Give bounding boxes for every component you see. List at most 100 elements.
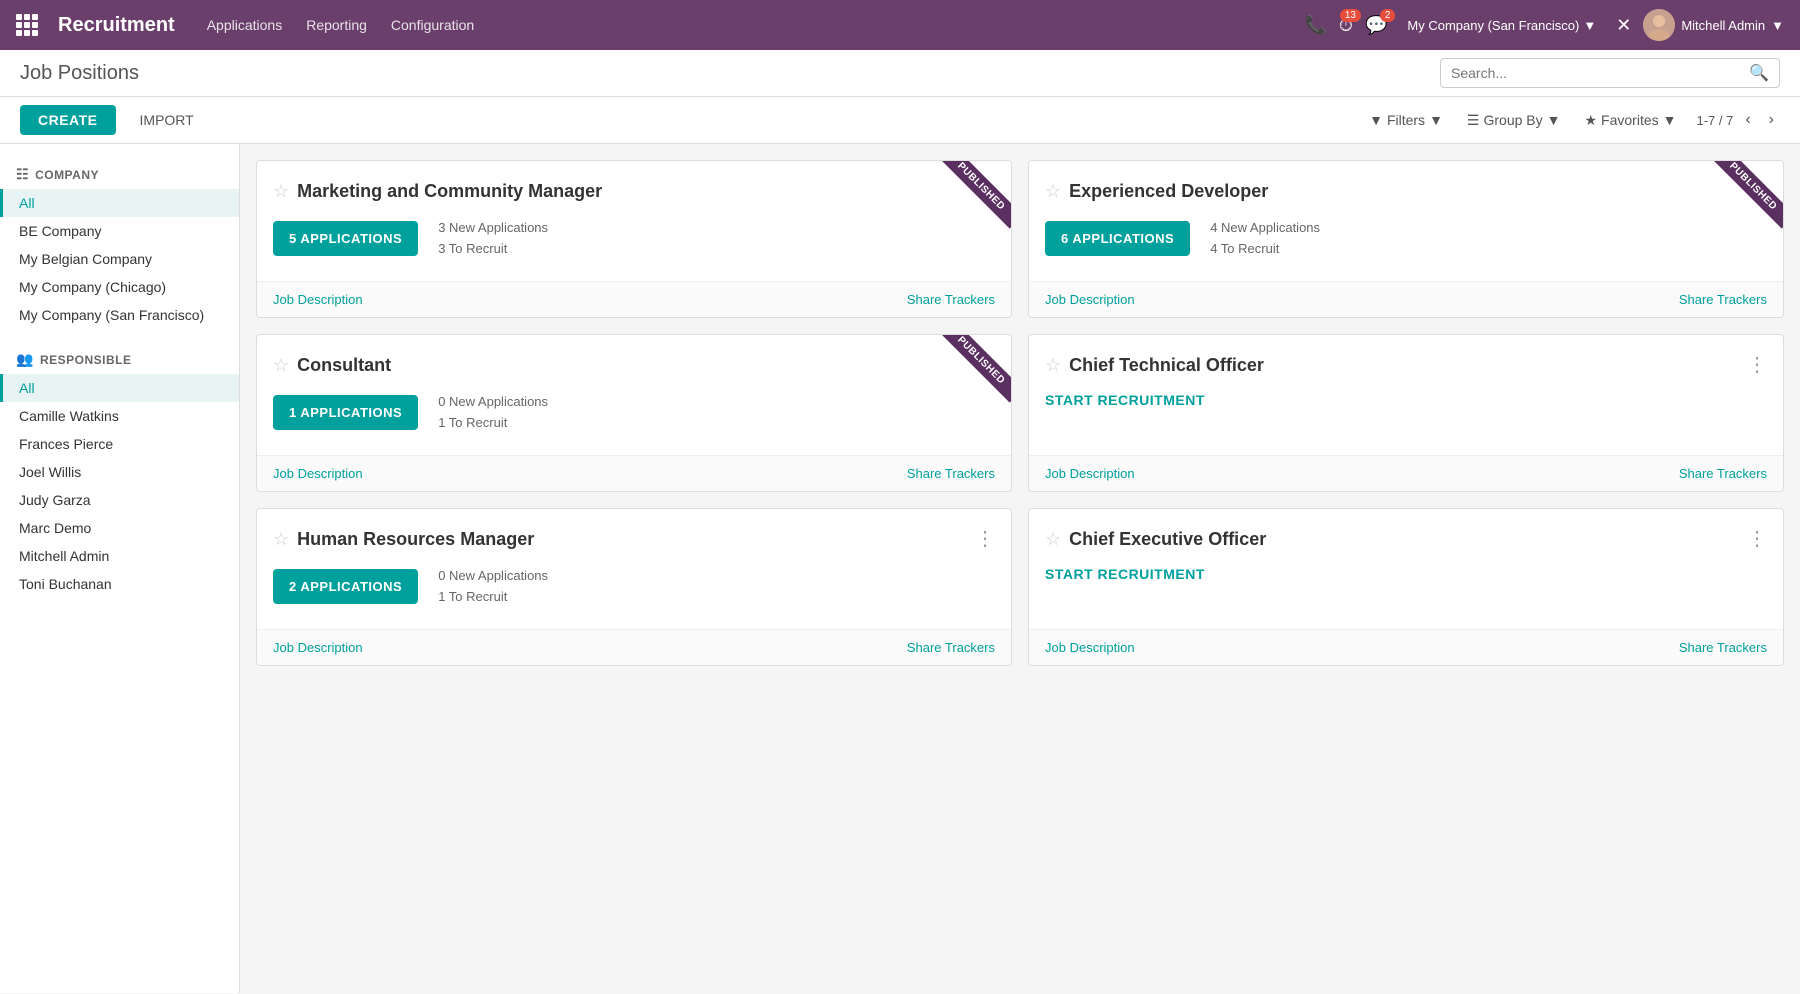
brand-title: Recruitment [58, 14, 175, 37]
applications-button[interactable]: 6 APPLICATIONS [1045, 221, 1190, 256]
sidebar-responsible-marc[interactable]: Marc Demo [0, 514, 239, 542]
search-input[interactable] [1451, 65, 1749, 81]
sidebar-responsible-all[interactable]: All [0, 374, 239, 402]
share-trackers-link[interactable]: Share Trackers [1679, 466, 1767, 481]
prev-page-button[interactable]: ‹ [1739, 109, 1756, 131]
share-trackers-link[interactable]: Share Trackers [1679, 640, 1767, 655]
card-menu-icon[interactable]: ⋮ [975, 181, 995, 201]
sidebar-company-belgian[interactable]: My Belgian Company [0, 245, 239, 273]
star-icon[interactable]: ☆ [273, 181, 289, 202]
applications-button[interactable]: 1 APPLICATIONS [273, 395, 418, 430]
pagination-count: 1-7 / 7 [1696, 113, 1733, 128]
sidebar-company-sf[interactable]: My Company (San Francisco) [0, 301, 239, 329]
favorites-label: Favorites [1601, 112, 1659, 128]
job-description-link[interactable]: Job Description [273, 466, 363, 481]
close-icon[interactable]: ✕ [1616, 15, 1631, 36]
card-body: ☆ Chief Technical Officer ⋮ START RECRUI… [1029, 335, 1783, 455]
user-name: Mitchell Admin [1681, 18, 1765, 33]
card-grid: PUBLISHED ☆ Marketing and Community Mana… [256, 160, 1784, 666]
card-stats: 2 APPLICATIONS 0 New Applications 1 To R… [273, 566, 995, 608]
star-icon[interactable]: ☆ [1045, 529, 1061, 550]
card-footer: Job Description Share Trackers [1029, 629, 1783, 665]
job-description-link[interactable]: Job Description [1045, 640, 1135, 655]
company-selector[interactable]: My Company (San Francisco) ▼ [1399, 14, 1604, 37]
sidebar: ☷ COMPANY All BE Company My Belgian Comp… [0, 144, 240, 993]
job-description-link[interactable]: Job Description [1045, 466, 1135, 481]
start-recruitment-button[interactable]: START RECRUITMENT [1045, 392, 1205, 408]
card-menu-icon[interactable]: ⋮ [975, 529, 995, 549]
card-body: ☆ Consultant ⋮ 1 APPLICATIONS 0 New Appl… [257, 335, 1011, 455]
groupby-dropdown-icon: ▼ [1547, 112, 1561, 128]
star-icon[interactable]: ☆ [1045, 355, 1061, 376]
page-header: Job Positions 🔍 [0, 50, 1800, 97]
applications-button[interactable]: 2 APPLICATIONS [273, 569, 418, 604]
sidebar-responsible-camille[interactable]: Camille Watkins [0, 402, 239, 430]
star-icon[interactable]: ☆ [273, 529, 289, 550]
card-footer: Job Description Share Trackers [257, 455, 1011, 491]
messages-badge: 2 [1380, 9, 1396, 22]
nav-reporting[interactable]: Reporting [306, 17, 367, 33]
job-description-link[interactable]: Job Description [273, 640, 363, 655]
share-trackers-link[interactable]: Share Trackers [907, 292, 995, 307]
star-icon[interactable]: ☆ [1045, 181, 1061, 202]
page-title: Job Positions [20, 62, 139, 85]
user-menu[interactable]: Mitchell Admin ▼ [1643, 9, 1784, 41]
share-trackers-link[interactable]: Share Trackers [907, 640, 995, 655]
card-menu-icon[interactable]: ⋮ [1747, 529, 1767, 549]
nav-configuration[interactable]: Configuration [391, 17, 474, 33]
card-header: ☆ Marketing and Community Manager ⋮ [273, 181, 995, 202]
card-stats: 6 APPLICATIONS 4 New Applications 4 To R… [1045, 218, 1767, 260]
favorites-button[interactable]: ★ Favorites ▼ [1576, 108, 1684, 133]
start-recruitment-button[interactable]: START RECRUITMENT [1045, 566, 1205, 582]
card-title: Consultant [297, 355, 391, 376]
applications-button[interactable]: 5 APPLICATIONS [273, 221, 418, 256]
card-footer: Job Description Share Trackers [1029, 281, 1783, 317]
phone-icon[interactable]: 📞 [1305, 15, 1327, 36]
sidebar-company-be[interactable]: BE Company [0, 217, 239, 245]
filter-icon: ▼ [1369, 112, 1383, 128]
nav-applications[interactable]: Applications [207, 17, 283, 33]
sidebar-responsible-frances[interactable]: Frances Pierce [0, 430, 239, 458]
card-stats: START RECRUITMENT [1045, 566, 1767, 582]
responsible-section-title: 👥 RESPONSIBLE [0, 345, 239, 374]
search-bar: 🔍 [1440, 58, 1780, 88]
card-stats: START RECRUITMENT [1045, 392, 1767, 408]
filters-button[interactable]: ▼ Filters ▼ [1361, 108, 1451, 132]
sidebar-responsible-joel[interactable]: Joel Willis [0, 458, 239, 486]
card-menu-icon[interactable]: ⋮ [975, 355, 995, 375]
sidebar-responsible-toni[interactable]: Toni Buchanan [0, 570, 239, 598]
job-description-link[interactable]: Job Description [1045, 292, 1135, 307]
card-menu-icon[interactable]: ⋮ [1747, 181, 1767, 201]
sidebar-company-chicago[interactable]: My Company (Chicago) [0, 273, 239, 301]
import-button[interactable]: IMPORT [128, 105, 206, 135]
activities-badge: 13 [1340, 9, 1361, 22]
messages-icon[interactable]: 💬 2 [1365, 15, 1387, 36]
apps-icon[interactable] [16, 14, 38, 36]
job-card-3: PUBLISHED ☆ Consultant ⋮ 1 APPLICATIONS … [256, 334, 1012, 492]
activities-icon[interactable]: ⏱ 13 [1339, 15, 1353, 36]
card-menu-icon[interactable]: ⋮ [1747, 355, 1767, 375]
groupby-label: Group By [1483, 112, 1542, 128]
groupby-button[interactable]: ☰ Group By ▼ [1459, 108, 1569, 133]
next-page-button[interactable]: › [1763, 109, 1780, 131]
app-stats: 0 New Applications 1 To Recruit [438, 566, 548, 608]
card-body: ☆ Chief Executive Officer ⋮ START RECRUI… [1029, 509, 1783, 629]
nav-links: Applications Reporting Configuration [207, 17, 1289, 33]
star-icon[interactable]: ☆ [273, 355, 289, 376]
share-trackers-link[interactable]: Share Trackers [907, 466, 995, 481]
sidebar-responsible-judy[interactable]: Judy Garza [0, 486, 239, 514]
sidebar-company-all[interactable]: All [0, 189, 239, 217]
search-icon[interactable]: 🔍 [1749, 63, 1769, 83]
user-dropdown-icon: ▼ [1771, 18, 1784, 33]
to-recruit: 3 To Recruit [438, 239, 548, 260]
to-recruit: 4 To Recruit [1210, 239, 1320, 260]
sidebar-responsible-mitchell[interactable]: Mitchell Admin [0, 542, 239, 570]
card-stats: 1 APPLICATIONS 0 New Applications 1 To R… [273, 392, 995, 434]
favorites-dropdown-icon: ▼ [1663, 112, 1677, 128]
card-header: ☆ Human Resources Manager ⋮ [273, 529, 995, 550]
create-button[interactable]: CREATE [20, 105, 116, 135]
new-apps: 0 New Applications [438, 566, 548, 587]
share-trackers-link[interactable]: Share Trackers [1679, 292, 1767, 307]
job-card-4: ☆ Chief Technical Officer ⋮ START RECRUI… [1028, 334, 1784, 492]
job-description-link[interactable]: Job Description [273, 292, 363, 307]
